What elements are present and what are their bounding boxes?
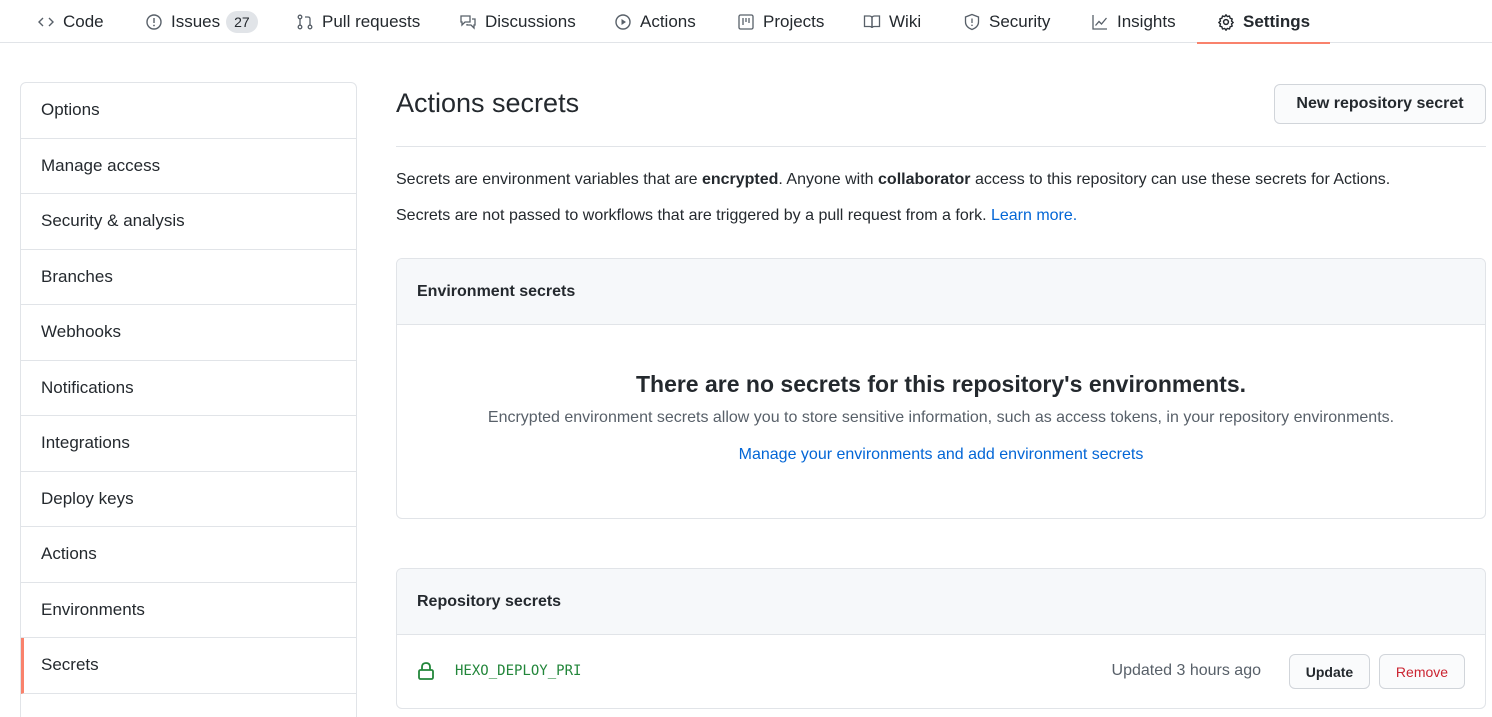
- manage-environments-link[interactable]: Manage your environments and add environ…: [739, 446, 1144, 463]
- shield-icon: [963, 13, 981, 31]
- secret-name: HEXO_DEPLOY_PRI: [455, 663, 582, 679]
- sidebar-item-deploy-keys[interactable]: Deploy keys: [21, 472, 356, 527]
- project-icon: [737, 13, 755, 31]
- sidebar-item-notifications[interactable]: Notifications: [21, 361, 356, 416]
- description-emphasis-encrypted: encrypted: [701, 171, 779, 188]
- sidebar-item-label: Notifications: [41, 377, 134, 397]
- sidebar-item-integrations[interactable]: Integrations: [21, 416, 356, 472]
- discussions-icon: [459, 13, 477, 31]
- tab-projects[interactable]: Projects: [737, 0, 824, 43]
- sidebar-item-label: Manage access: [41, 155, 161, 175]
- sidebar-item-label: Options: [41, 100, 100, 120]
- page-title: Actions secrets: [396, 88, 580, 118]
- secret-updated-time: Updated 3 hours ago: [1111, 662, 1261, 679]
- sidebar-item-options[interactable]: Options: [21, 83, 356, 139]
- tab-label: Discussions: [485, 11, 576, 31]
- sidebar-item-label: Integrations: [41, 433, 130, 453]
- pull-request-icon: [296, 13, 314, 31]
- sidebar-item-label: Actions: [41, 544, 97, 564]
- new-repository-secret-button[interactable]: New repository secret: [1274, 84, 1486, 124]
- settings-sidebar: Options Manage access Security & analysi…: [20, 82, 357, 717]
- tab-label: Settings: [1243, 11, 1311, 31]
- tab-pull-requests[interactable]: Pull requests: [296, 0, 420, 43]
- issue-icon: [145, 13, 163, 31]
- sidebar-item-manage-access[interactable]: Manage access: [21, 139, 356, 194]
- play-icon: [614, 13, 632, 31]
- repository-secrets-header: Repository secrets: [397, 569, 1485, 635]
- tab-label: Projects: [763, 11, 825, 31]
- code-icon: [37, 13, 55, 31]
- sidebar-item-security-analysis[interactable]: Security & analysis: [21, 194, 356, 250]
- repo-nav: Code Issues 27 Pull requests Discussions…: [0, 0, 1492, 44]
- gear-icon: [1217, 13, 1235, 31]
- sidebar-item-label: Branches: [41, 266, 113, 286]
- sidebar-item-label: Environments: [41, 599, 145, 619]
- title-divider: [396, 146, 1486, 147]
- tab-label: Wiki: [889, 11, 922, 31]
- sidebar-item-webhooks[interactable]: Webhooks: [21, 305, 356, 361]
- tab-insights[interactable]: Insights: [1091, 0, 1176, 43]
- tab-label: Security: [989, 11, 1051, 31]
- graph-icon: [1091, 13, 1109, 31]
- description-emphasis-collaborator: collaborator: [878, 171, 971, 188]
- tab-issues[interactable]: Issues 27: [145, 0, 258, 43]
- issues-count-badge: 27: [226, 10, 258, 33]
- sidebar-item-label: Security & analysis: [41, 211, 185, 231]
- tab-discussions[interactable]: Discussions: [459, 0, 576, 43]
- sidebar-item-label: Secrets: [41, 655, 99, 675]
- tab-label: Insights: [1117, 11, 1176, 31]
- update-secret-button[interactable]: Update: [1289, 654, 1370, 689]
- learn-more-link[interactable]: Learn more.: [991, 207, 1077, 224]
- sidebar-item-label: Deploy keys: [41, 488, 134, 508]
- tab-actions[interactable]: Actions: [614, 0, 696, 43]
- tab-wiki[interactable]: Wiki: [863, 0, 921, 43]
- sidebar-item-branches[interactable]: Branches: [21, 250, 356, 305]
- remove-secret-button[interactable]: Remove: [1379, 654, 1465, 689]
- description-text: access to this repository can use these …: [970, 171, 1391, 188]
- tab-label: Issues: [171, 11, 221, 31]
- fork-note-text: Secrets are not passed to workflows that…: [396, 207, 991, 224]
- book-icon: [863, 13, 881, 31]
- repository-secrets-box: Repository secrets HEXO_DEPLOY_PRI Updat…: [396, 568, 1486, 709]
- tab-label: Actions: [640, 11, 696, 31]
- empty-state-title: There are no secrets for this repository…: [635, 371, 1247, 397]
- environment-secrets-header: Environment secrets: [397, 259, 1485, 325]
- description-text: . Anyone with: [778, 171, 879, 188]
- secrets-description: Secrets are environment variables that a…: [396, 171, 1390, 189]
- fork-note: Secrets are not passed to workflows that…: [396, 207, 1077, 225]
- tab-code[interactable]: Code: [37, 0, 104, 43]
- tab-settings[interactable]: Settings: [1196, 0, 1331, 44]
- sidebar-item-environments[interactable]: Environments: [21, 583, 356, 638]
- tab-label: Code: [63, 11, 104, 31]
- sidebar-item-actions[interactable]: Actions: [21, 527, 356, 583]
- sidebar-item-secrets[interactable]: Secrets: [21, 638, 356, 694]
- environment-secrets-box: Environment secrets There are no secrets…: [396, 258, 1486, 519]
- lock-icon: [418, 662, 434, 680]
- tab-label: Pull requests: [322, 11, 421, 31]
- secret-row: HEXO_DEPLOY_PRI Updated 3 hours ago Upda…: [397, 635, 1485, 708]
- tab-security[interactable]: Security: [963, 0, 1050, 43]
- sidebar-item-label: Webhooks: [41, 322, 122, 342]
- empty-state-description: Encrypted environment secrets allow you …: [487, 409, 1395, 426]
- description-text: Secrets are environment variables that a…: [396, 171, 702, 188]
